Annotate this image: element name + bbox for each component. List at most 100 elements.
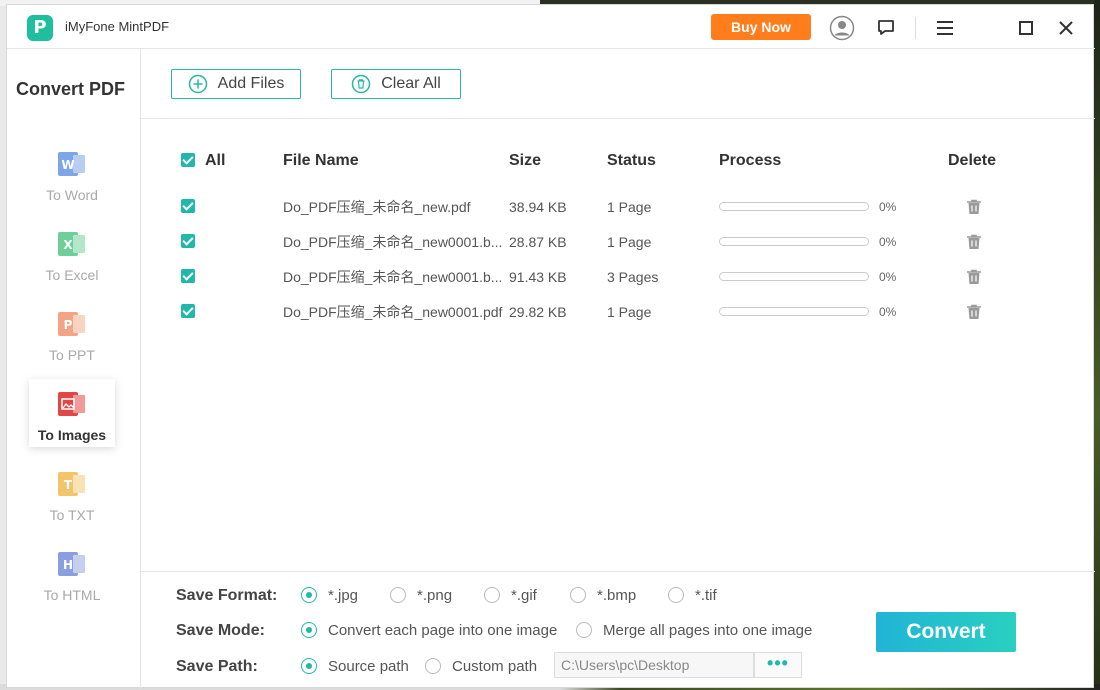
feedback-icon[interactable] — [873, 15, 899, 41]
save-path-label: Save Path: — [176, 658, 258, 675]
format-jpg-radio[interactable] — [301, 587, 317, 603]
convert-button[interactable]: Convert — [876, 612, 1016, 652]
delete-icon[interactable] — [965, 198, 983, 216]
table-row: Do_PDF压缩_未命名_new0001.b... 28.87 KB 1 Pag… — [141, 234, 1095, 269]
sidebar-item-to-html[interactable]: H To HTML — [29, 539, 115, 607]
format-bmp-radio[interactable] — [570, 587, 586, 603]
row-checkbox[interactable] — [181, 269, 195, 283]
trash-icon — [351, 74, 371, 94]
file-size: 28.87 KB — [509, 234, 567, 250]
progress-bar — [719, 272, 869, 281]
sidebar-item-label: To PPT — [49, 347, 95, 363]
mode-each-page-label: Convert each page into one image — [328, 622, 558, 639]
user-icon[interactable] — [829, 15, 855, 41]
path-custom-label: Custom path — [452, 658, 538, 675]
header-file-name: File Name — [283, 152, 359, 169]
close-icon[interactable] — [1053, 15, 1079, 41]
file-size: 29.82 KB — [509, 304, 567, 320]
add-icon — [188, 74, 207, 94]
format-jpg-label: *.jpg — [328, 587, 359, 604]
header-all: All — [205, 152, 226, 169]
progress-bar — [719, 202, 869, 211]
sidebar-item-to-images[interactable]: To Images — [29, 379, 115, 447]
sidebar-item-label: To Word — [46, 187, 98, 203]
sidebar-item-to-excel[interactable]: X To Excel — [29, 219, 115, 287]
app-window: P iMyFone MintPDF Buy Now Convert PDF W … — [6, 4, 1095, 689]
sidebar-item-label: To Excel — [45, 267, 99, 283]
select-all-checkbox[interactable] — [181, 153, 195, 167]
save-mode-label: Save Mode: — [176, 622, 265, 639]
table-row: Do_PDF压缩_未命名_new.pdf 38.94 KB 1 Page 0% — [141, 199, 1095, 234]
file-status: 1 Page — [607, 304, 652, 320]
progress-label: 0% — [879, 200, 897, 214]
row-checkbox[interactable] — [181, 234, 195, 248]
image-icon — [58, 392, 85, 416]
svg-text:X: X — [63, 238, 73, 252]
delete-icon[interactable] — [965, 303, 983, 321]
delete-icon[interactable] — [965, 233, 983, 251]
path-source-label: Source path — [328, 658, 409, 675]
path-source-radio[interactable] — [301, 658, 317, 674]
format-tif-radio[interactable] — [668, 587, 684, 603]
mode-merge-radio[interactable] — [576, 622, 592, 638]
file-status: 1 Page — [607, 234, 652, 250]
sidebar: Convert PDF W To Word X To Excel P To PP… — [7, 49, 141, 689]
header-delete: Delete — [948, 152, 997, 169]
path-custom-radio[interactable] — [425, 658, 441, 674]
format-gif-radio[interactable] — [484, 587, 500, 603]
add-files-label: Add Files — [217, 75, 285, 92]
progress-bar — [719, 237, 869, 246]
app-logo-icon: P — [27, 15, 53, 41]
ppt-icon: P — [58, 312, 85, 336]
word-icon: W — [58, 152, 85, 176]
sidebar-item-label: To HTML — [43, 587, 101, 603]
progress-label: 0% — [879, 270, 897, 284]
file-name: Do_PDF压缩_未命名_new0001.b... — [283, 234, 503, 250]
progress-label: 0% — [879, 235, 897, 249]
menu-icon[interactable] — [932, 15, 958, 41]
mode-merge-label: Merge all pages into one image — [603, 622, 813, 639]
sidebar-item-label: To TXT — [49, 507, 95, 523]
format-gif-label: *.gif — [511, 587, 537, 604]
clear-all-button[interactable]: Clear All — [331, 69, 461, 99]
svg-text:T: T — [64, 478, 73, 492]
svg-text:W: W — [61, 158, 74, 172]
clear-all-label: Clear All — [381, 75, 441, 92]
save-path-input[interactable]: C:\Users\pc\Desktop — [554, 652, 754, 678]
header-size: Size — [509, 152, 542, 169]
mode-each-page-radio[interactable] — [301, 622, 317, 638]
title-separator — [915, 17, 916, 39]
format-tif-label: *.tif — [695, 587, 717, 604]
format-png-radio[interactable] — [390, 587, 406, 603]
delete-icon[interactable] — [965, 268, 983, 286]
file-status: 1 Page — [607, 199, 652, 215]
row-checkbox[interactable] — [181, 199, 195, 213]
title-bar: P iMyFone MintPDF Buy Now — [7, 5, 1095, 49]
sidebar-item-to-word[interactable]: W To Word — [29, 139, 115, 207]
sidebar-title: Convert PDF — [16, 79, 126, 99]
svg-text:P: P — [64, 318, 73, 332]
app-title: iMyFone MintPDF — [65, 19, 170, 34]
format-png-label: *.png — [417, 587, 453, 604]
format-bmp-label: *.bmp — [597, 587, 637, 604]
buy-now-button[interactable]: Buy Now — [711, 14, 811, 40]
save-format-label: Save Format: — [176, 587, 278, 604]
sidebar-item-to-ppt[interactable]: P To PPT — [29, 299, 115, 367]
sidebar-item-label: To Images — [37, 427, 107, 443]
progress-bar — [719, 307, 869, 316]
browse-path-button[interactable]: ••• — [754, 652, 802, 678]
maximize-icon[interactable] — [1013, 15, 1039, 41]
file-name: Do_PDF压缩_未命名_new0001.pdf — [283, 304, 503, 320]
file-status: 3 Pages — [607, 269, 659, 285]
add-files-button[interactable]: Add Files — [171, 69, 301, 99]
header-status: Status — [607, 152, 656, 169]
table-row: Do_PDF压缩_未命名_new0001.b... 91.43 KB 3 Pag… — [141, 269, 1095, 304]
file-name: Do_PDF压缩_未命名_new0001.b... — [283, 269, 503, 285]
excel-icon: X — [58, 232, 85, 256]
svg-text:H: H — [63, 558, 73, 572]
html-icon: H — [58, 552, 85, 576]
sidebar-item-to-txt[interactable]: T To TXT — [29, 459, 115, 527]
table-row: Do_PDF压缩_未命名_new0001.pdf 29.82 KB 1 Page… — [141, 304, 1095, 339]
row-checkbox[interactable] — [181, 304, 195, 318]
file-size: 38.94 KB — [509, 199, 567, 215]
